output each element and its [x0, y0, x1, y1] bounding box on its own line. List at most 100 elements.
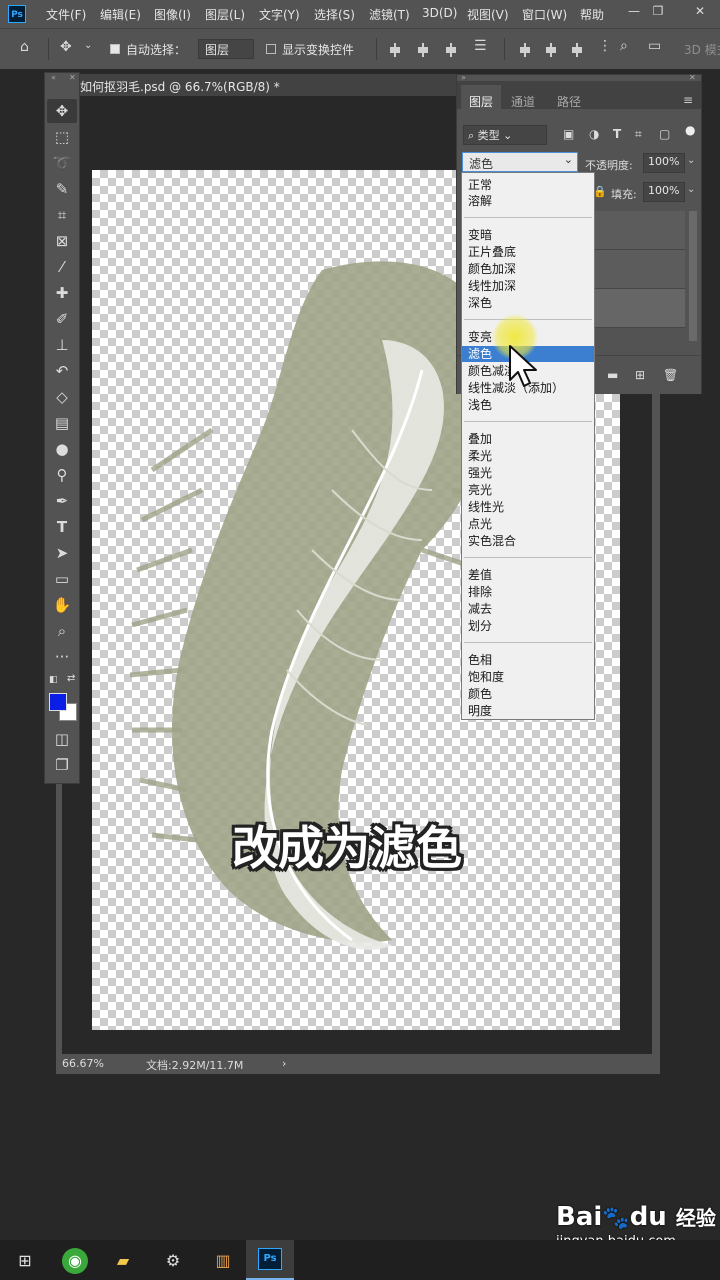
layer-row[interactable] [595, 211, 685, 250]
align-left-icon[interactable] [388, 43, 402, 57]
blend-option[interactable]: 亮光 [466, 482, 590, 498]
quick-select-tool-icon[interactable]: ✎ [47, 177, 77, 201]
blend-option[interactable]: 点光 [466, 516, 590, 532]
smart-object-filter-icon[interactable]: ▢ [659, 127, 670, 141]
align-bottom-icon[interactable] [570, 43, 584, 57]
blend-option[interactable]: 叠加 [466, 431, 590, 447]
zoom-level[interactable]: 66.67% [62, 1057, 104, 1070]
lock-icon[interactable]: 🔒 [593, 185, 607, 198]
menu-select[interactable]: 选择(S) [314, 6, 355, 23]
crop-tool-icon[interactable]: ⌗ [47, 203, 77, 227]
more-options-icon[interactable]: ⋮ [598, 38, 612, 54]
status-arrow-icon[interactable]: › [282, 1057, 286, 1070]
align-center-icon[interactable] [416, 43, 430, 57]
tab-paths[interactable]: 路径 [557, 93, 581, 110]
move-tool-icon[interactable]: ✥ [47, 99, 77, 123]
blur-tool-icon[interactable]: ● [47, 437, 77, 461]
blend-option[interactable]: 明度 [466, 703, 590, 719]
windows-start-icon[interactable]: ⊞ [12, 1248, 38, 1274]
brush-tool-icon[interactable]: ✐ [47, 307, 77, 331]
settings-gear-icon[interactable]: ⚙ [160, 1248, 186, 1274]
minimize-icon[interactable]: — [624, 4, 644, 20]
zoom-tool-icon[interactable]: ⌕ [47, 619, 77, 643]
lasso-tool-icon[interactable]: ➰ [47, 151, 77, 175]
layer-kind-filter[interactable]: ⌕ 类型 ⌄ [463, 125, 547, 145]
type-filter-icon[interactable]: T [613, 127, 621, 141]
blend-mode-dropdown[interactable]: 正常 溶解 变暗 正片叠底 颜色加深 线性加深 深色 变亮 滤色 颜色减淡 线性… [461, 172, 595, 720]
blend-option[interactable]: 变暗 [466, 227, 590, 243]
blend-option[interactable]: 浅色 [466, 397, 590, 413]
blend-option[interactable]: 差值 [466, 567, 590, 583]
type-tool-icon[interactable]: T [47, 515, 77, 539]
default-colors-icon[interactable]: ◧ [49, 675, 58, 685]
folder-icon[interactable]: ▰ [110, 1248, 136, 1274]
menu-window[interactable]: 窗口(W) [522, 6, 567, 23]
screen-mode-icon[interactable]: ❐ [47, 753, 77, 777]
workspace-icon[interactable]: ▭ [648, 38, 661, 54]
restore-icon[interactable]: ❐ [648, 4, 668, 20]
pen-tool-icon[interactable]: ✒ [47, 489, 77, 513]
layer-row[interactable] [595, 250, 685, 289]
swap-colors-icon[interactable]: ⇄ [67, 673, 75, 684]
menu-help[interactable]: 帮助 [580, 6, 604, 23]
move-tool-preset-icon[interactable]: ✥ [60, 39, 72, 55]
home-icon[interactable]: ⌂ [20, 39, 29, 55]
new-group-icon[interactable]: ▬ [607, 368, 618, 382]
hand-tool-icon[interactable]: ✋ [47, 593, 77, 617]
blend-option[interactable]: 溶解 [466, 193, 590, 209]
blend-option[interactable]: 强光 [466, 465, 590, 481]
trash-icon[interactable]: 🗑 [663, 368, 678, 382]
search-icon[interactable]: ⌕ [620, 38, 628, 54]
blend-option[interactable]: 柔光 [466, 448, 590, 464]
document-info[interactable]: 文档:2.92M/11.7M [146, 1057, 243, 1073]
history-brush-icon[interactable]: ↶ [47, 359, 77, 383]
layers-scrollbar[interactable] [689, 211, 697, 341]
blend-option[interactable]: 线性加深 [466, 278, 590, 294]
blend-option[interactable]: 颜色加深 [466, 261, 590, 277]
photoshop-taskbar-item[interactable]: Ps [246, 1240, 294, 1280]
stamp-tool-icon[interactable]: ⊥ [47, 333, 77, 357]
menu-view[interactable]: 视图(V) [467, 6, 509, 23]
image-filter-icon[interactable]: ▣ [563, 127, 574, 141]
browser-icon[interactable]: ◉ [62, 1248, 88, 1274]
align-middle-icon[interactable] [544, 43, 558, 57]
menu-layer[interactable]: 图层(L) [205, 6, 245, 23]
menu-type[interactable]: 文字(Y) [259, 6, 300, 23]
blend-option[interactable]: 排除 [466, 584, 590, 600]
quick-mask-icon[interactable]: ◫ [47, 727, 77, 751]
blend-mode-select[interactable]: 滤色 ⌄ [462, 152, 578, 172]
menu-file[interactable]: 文件(F) [46, 6, 86, 23]
marquee-tool-icon[interactable]: ⬚ [47, 125, 77, 149]
auto-select-target[interactable]: 图层 [198, 39, 254, 59]
tab-channels[interactable]: 通道 [511, 93, 535, 110]
close-icon[interactable]: ✕ [690, 4, 710, 20]
blend-option[interactable]: 饱和度 [466, 669, 590, 685]
blend-option[interactable]: 划分 [466, 618, 590, 634]
distribute-icon[interactable]: ☰ [474, 38, 487, 54]
healing-brush-icon[interactable]: ✚ [47, 281, 77, 305]
show-transform-checkbox[interactable] [266, 44, 276, 54]
collapse-icon[interactable]: « [51, 73, 56, 82]
close-panel-icon[interactable]: ✕ [69, 73, 76, 82]
chevron-down-icon[interactable]: ⌄ [687, 184, 695, 195]
fill-input[interactable]: 100% [643, 182, 685, 202]
shape-filter-icon[interactable]: ⌗ [635, 127, 642, 142]
auto-select-checkbox[interactable] [110, 44, 120, 54]
menu-image[interactable]: 图像(I) [154, 6, 191, 23]
adjustment-filter-icon[interactable]: ◑ [589, 127, 599, 141]
eraser-tool-icon[interactable]: ◇ [47, 385, 77, 409]
align-top-icon[interactable] [518, 43, 532, 57]
menu-edit[interactable]: 编辑(E) [100, 6, 141, 23]
layer-row[interactable] [595, 289, 685, 328]
menu-filter[interactable]: 滤镜(T) [369, 6, 410, 23]
tab-layers[interactable]: 图层 [469, 93, 493, 110]
filter-toggle-icon[interactable]: ● [685, 123, 695, 137]
blend-option[interactable]: 线性光 [466, 499, 590, 515]
blend-option[interactable]: 正常 [466, 177, 590, 193]
chevron-down-icon[interactable]: ⌄ [84, 40, 92, 51]
blend-option[interactable]: 正片叠底 [466, 244, 590, 260]
chevron-down-icon[interactable]: ⌄ [687, 155, 695, 166]
panel-menu-icon[interactable]: ≡ [683, 93, 693, 107]
blend-option[interactable]: 深色 [466, 295, 590, 311]
new-layer-icon[interactable]: ⊞ [635, 368, 645, 382]
